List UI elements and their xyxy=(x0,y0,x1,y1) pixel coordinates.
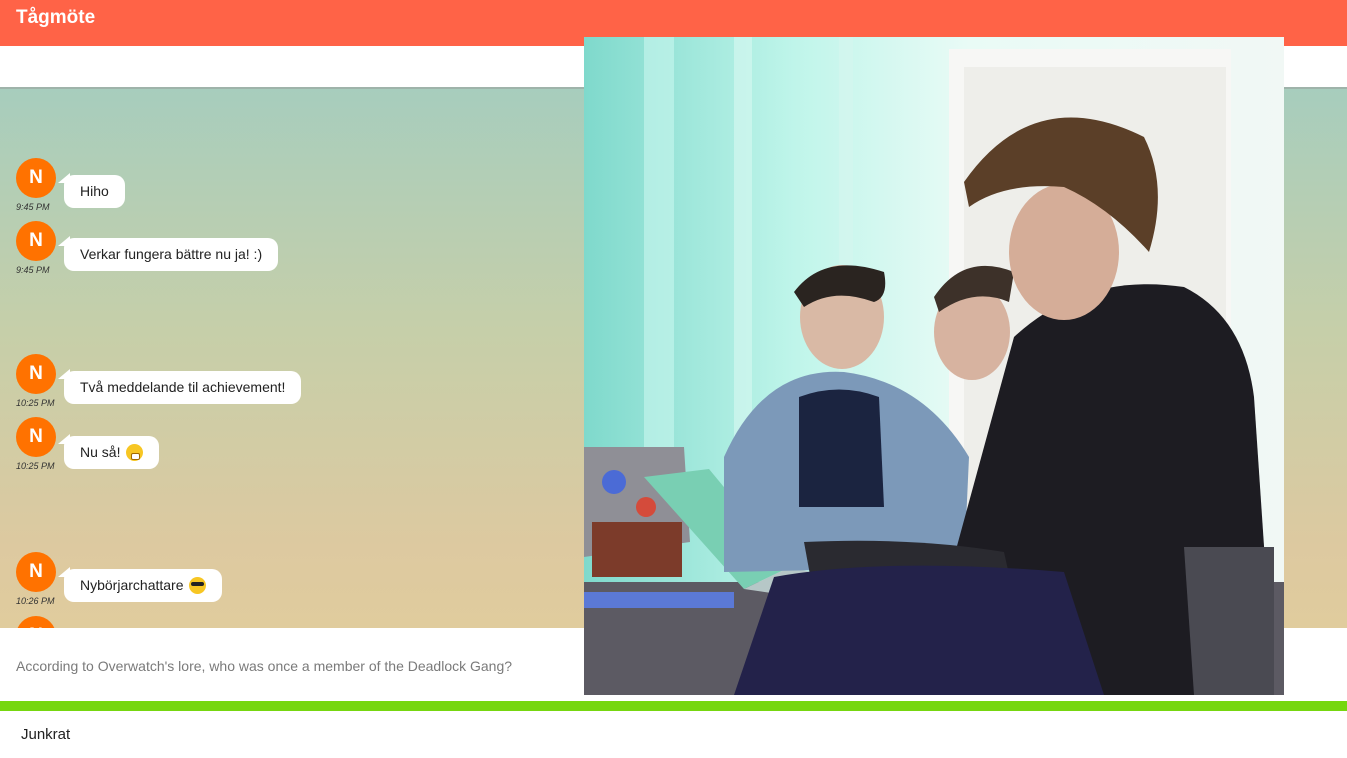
message-bubble: Nu så! xyxy=(57,434,160,469)
app-title: Tågmöte xyxy=(16,7,96,28)
surprised-face-emoji xyxy=(126,443,144,461)
avatar[interactable]: N xyxy=(16,552,56,592)
message-bubble: Två meddelande til achievement! xyxy=(57,369,302,404)
message-time: 10:25 PM xyxy=(16,398,55,408)
message-time: 9:45 PM xyxy=(16,265,50,275)
message-bubble: Hiho xyxy=(58,173,125,208)
chat-message: N 9:45 PM Hiho xyxy=(0,158,560,218)
chat-message: N xyxy=(0,616,560,628)
message-bubble: Verkar fungera bättre nu ja! :) xyxy=(57,236,279,271)
answer-input[interactable] xyxy=(0,711,1347,758)
chat-message: N 9:45 PM Verkar fungera bättre nu ja! :… xyxy=(0,221,560,281)
message-text: Två meddelande til achievement! xyxy=(80,379,286,395)
photo-overlay[interactable] xyxy=(584,37,1284,695)
avatar[interactable]: N xyxy=(16,354,56,394)
question-text: According to Overwatch's lore, who was o… xyxy=(16,658,513,674)
sunglasses-face-emoji xyxy=(189,576,207,594)
chat-message: N 10:26 PM Nybörjarchattare xyxy=(0,552,560,612)
avatar[interactable]: N xyxy=(16,158,56,198)
message-time: 10:26 PM xyxy=(16,596,55,606)
message-text: Verkar fungera bättre nu ja! :) xyxy=(80,246,263,262)
people-at-laptops-photo xyxy=(584,37,1284,695)
avatar[interactable]: N xyxy=(16,221,56,261)
message-time: 10:25 PM xyxy=(16,461,55,471)
avatar[interactable]: N xyxy=(16,616,56,628)
message-time: 9:45 PM xyxy=(16,202,50,212)
chat-message: N 10:25 PM Nu så! xyxy=(0,417,560,477)
message-text: Nu så! xyxy=(80,444,121,460)
avatar[interactable]: N xyxy=(16,417,56,457)
chat-message: N 10:25 PM Två meddelande til achievemen… xyxy=(0,354,560,414)
message-text: Nybörjarchattare xyxy=(80,577,184,593)
message-text: Hiho xyxy=(80,183,109,199)
message-bubble: Nybörjarchattare xyxy=(57,567,223,602)
answer-indicator-bar xyxy=(0,701,1347,711)
